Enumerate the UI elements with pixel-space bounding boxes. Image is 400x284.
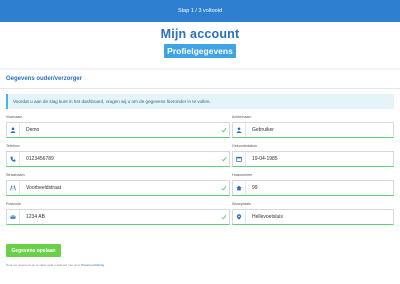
profile-form-card: Gegevens ouder/verzorger Voordat u aan d… (0, 70, 400, 284)
page-title: Mijn account (160, 27, 240, 41)
label-telefoon: Telefoon (6, 144, 20, 148)
card-title: Gegevens ouder/verzorger (6, 76, 83, 82)
privacy-link[interactable]: Privacyverklaring (81, 263, 104, 267)
road-icon (7, 181, 20, 195)
label-postcode: Postcode (6, 202, 21, 206)
label-achternaam: Achternaam (232, 115, 252, 119)
check-icon (219, 127, 229, 133)
telefoon-field[interactable]: 0123456789 (6, 151, 230, 167)
mail-icon (7, 210, 20, 224)
info-alert: Voordat u aan de slag kunt in het dashbo… (6, 94, 394, 109)
check-icon (219, 185, 229, 191)
telefoon-value: 0123456789 (26, 156, 54, 162)
map-marker-icon (233, 210, 246, 224)
geboortedatum-value: 19-04-1985 (252, 156, 278, 162)
phone-icon (7, 152, 20, 166)
woonplaats-value: Hellevoetsluis (252, 214, 283, 220)
label-geboortedatum: Geboortedatum (232, 144, 257, 148)
woonplaats-field[interactable]: Hellevoetsluis (232, 209, 394, 225)
postcode-value: 1234 AB (26, 214, 45, 220)
voornaam-field[interactable]: Demo (6, 122, 230, 138)
postcode-field[interactable]: 1234 AB (6, 209, 230, 225)
achternaam-field[interactable]: Gebruiker (232, 122, 394, 138)
straatnaam-field[interactable]: Voorbeeldstraat (6, 180, 230, 196)
straatnaam-value: Voorbeeldstraat (26, 185, 62, 191)
card-heading: Gegevens ouder/verzorger (0, 70, 400, 89)
huisnummer-value: 99 (252, 185, 258, 191)
privacy-footnote: Door uw gegevens op te slaan gaat u akko… (6, 263, 104, 267)
check-icon (219, 214, 229, 220)
label-straatnaam: Straatnaam (6, 173, 25, 177)
footnote-text: Door uw gegevens op te slaan gaat u akko… (6, 263, 81, 267)
geboortedatum-field[interactable]: 19-04-1985 (232, 151, 394, 167)
home-icon (233, 181, 246, 195)
label-voornaam: Voornaam (6, 115, 23, 119)
info-alert-text: Voordat u aan de slag kunt in het dashbo… (13, 99, 211, 104)
page-header: Mijn account Profielgegevens (0, 22, 400, 68)
user-icon (7, 123, 20, 137)
user-icon (233, 123, 246, 137)
voornaam-value: Demo (26, 127, 40, 133)
progress-bar: Stap 1 / 3 voltooid (0, 0, 400, 22)
label-huisnummer: Huisnummer (232, 173, 253, 177)
step-indicator: Stap 1 / 3 voltooid (177, 8, 223, 14)
check-icon (219, 156, 229, 162)
achternaam-value: Gebruiker (252, 127, 274, 133)
huisnummer-field[interactable]: 99 (232, 180, 394, 196)
label-woonplaats: Woonplaats (232, 202, 251, 206)
calendar-icon (233, 152, 246, 166)
page-subtitle-badge: Profielgegevens (164, 44, 236, 58)
save-button[interactable]: Gegevens opslaan (6, 244, 61, 257)
